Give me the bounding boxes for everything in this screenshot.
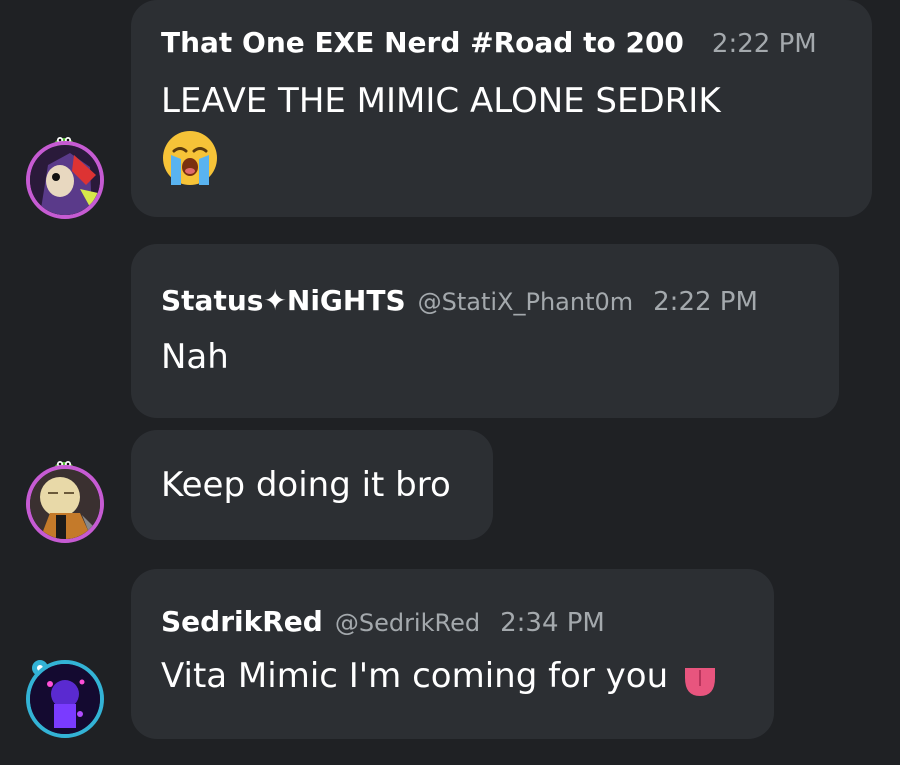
message-bubble[interactable]: That One EXE Nerd #Road to 200 2:22 PM L…: [131, 0, 872, 217]
timestamp: 2:22 PM: [711, 29, 817, 59]
message-header: Status✦NiGHTS @StatiX_Phant0m 2:22 PM: [161, 244, 839, 317]
message-bubble[interactable]: Keep doing it bro: [131, 430, 493, 540]
message-text: Vita Mimic I'm coming for you: [161, 656, 669, 696]
message-header: SedrikRed @SedrikRed 2:34 PM: [161, 569, 774, 638]
chat-feed: That One EXE Nerd #Road to 200 2:22 PM L…: [0, 0, 900, 765]
message-text: LEAVE THE MIMIC ALONE SEDRIK: [161, 81, 721, 121]
message-text: Keep doing it bro: [161, 465, 451, 505]
timestamp: 2:34 PM: [500, 608, 605, 638]
message-header: That One EXE Nerd #Road to 200 2:22 PM: [161, 0, 872, 59]
author-handle[interactable]: @StatiX_Phant0m: [418, 288, 634, 316]
character-avatar[interactable]: [26, 465, 104, 543]
tongue-out-emoji: [683, 664, 717, 702]
message-bubble[interactable]: Status✦NiGHTS @StatiX_Phant0m 2:22 PM Na…: [131, 244, 839, 418]
timestamp: 2:22 PM: [653, 287, 758, 317]
message-text: Nah: [161, 337, 229, 377]
crying-face-emoji: [161, 129, 219, 191]
author-name[interactable]: That One EXE Nerd #Road to 200: [161, 26, 684, 59]
author-handle[interactable]: @SedrikRed: [335, 609, 480, 637]
author-name[interactable]: SedrikRed: [161, 605, 323, 638]
author-name[interactable]: Status✦NiGHTS: [161, 284, 406, 317]
sonic-exe-avatar[interactable]: [26, 141, 104, 219]
purple-scene-avatar[interactable]: [26, 660, 104, 738]
message-bubble[interactable]: SedrikRed @SedrikRed 2:34 PM Vita Mimic …: [131, 569, 774, 739]
